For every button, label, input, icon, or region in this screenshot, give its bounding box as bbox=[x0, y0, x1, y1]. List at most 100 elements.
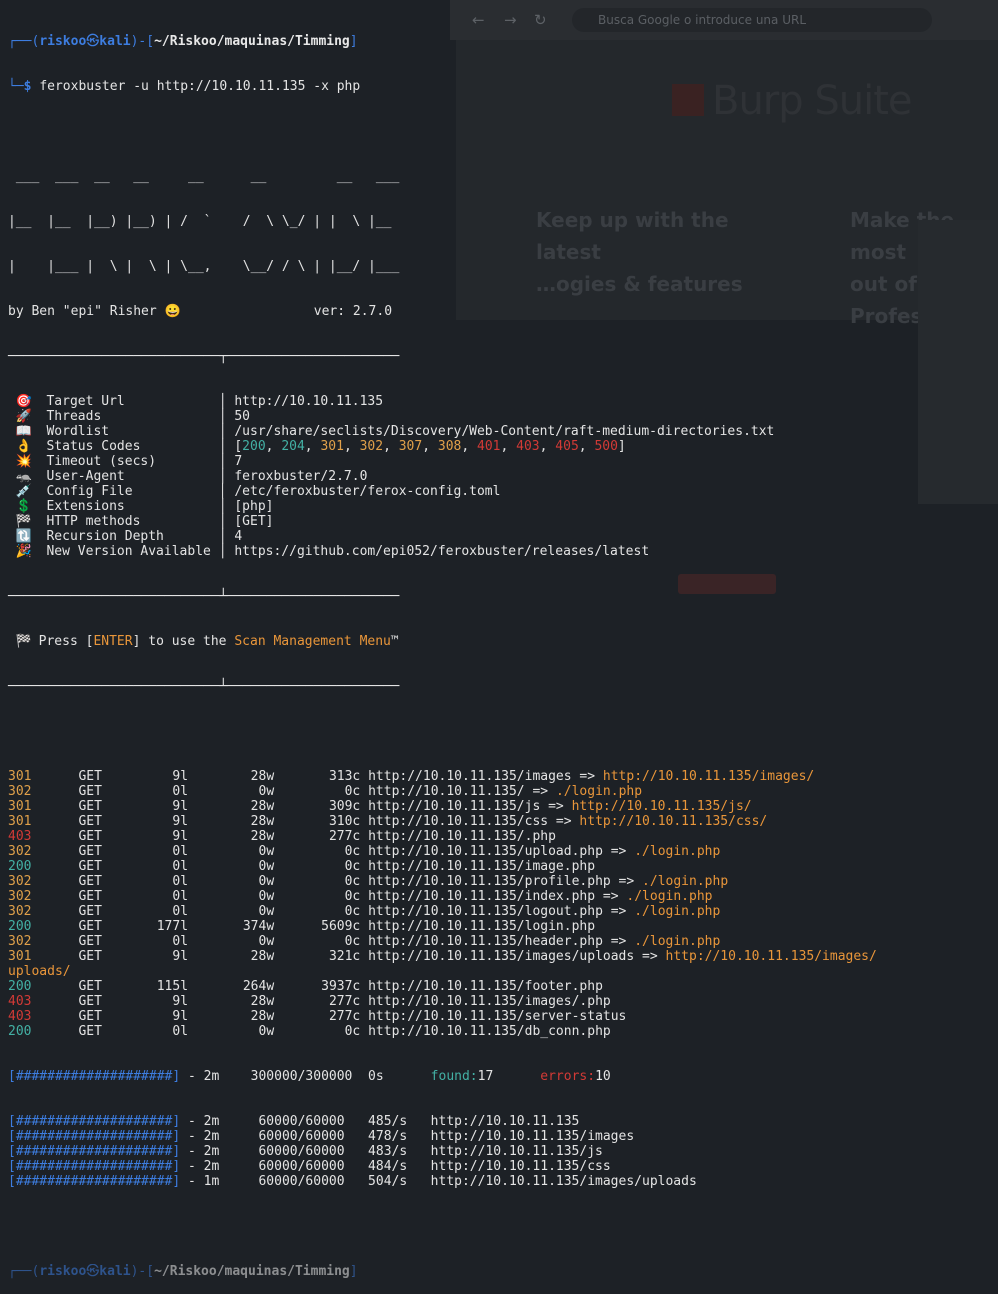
result-method: GET bbox=[78, 829, 102, 844]
result-lines: 0l bbox=[172, 859, 189, 874]
result-chars: 277c bbox=[328, 994, 361, 1009]
scan-menu-hint: 🏁 Press [ENTER] to use the Scan Manageme… bbox=[15, 634, 399, 649]
result-chars: 0c bbox=[344, 844, 361, 859]
result-lines: 0l bbox=[172, 844, 189, 859]
result-status: 302 bbox=[8, 889, 32, 904]
result-row: 403 GET 9l 28w 277c http://10.10.11.135/… bbox=[8, 1009, 878, 1024]
result-row: 200 GET 0l 0w 0c http://10.10.11.135/ima… bbox=[8, 859, 878, 874]
progress-count: 60000/60000 bbox=[258, 1159, 345, 1174]
config-key: Timeout (secs) bbox=[46, 454, 157, 469]
found-count: 17 bbox=[477, 1069, 494, 1084]
result-url: http://10.10.11.135/index.php bbox=[368, 889, 596, 904]
result-words: 0w bbox=[258, 859, 275, 874]
result-redirect: ./login.php bbox=[555, 784, 643, 799]
config-value: [GET] bbox=[234, 514, 274, 529]
result-status: 200 bbox=[8, 1024, 32, 1039]
result-redirect: http://10.10.11.135/css/ bbox=[579, 814, 768, 829]
config-value: /usr/share/seclists/Discovery/Web-Conten… bbox=[234, 424, 775, 439]
result-method: GET bbox=[78, 859, 102, 874]
result-redirect: ./login.php bbox=[634, 904, 721, 919]
prompt-line-1: ┌──(riskoo㉿kali)-[~/Riskoo/maquinas/Timm… bbox=[8, 34, 358, 49]
status-code: 307 bbox=[398, 439, 423, 454]
result-url: http://10.10.11.135/profile.php bbox=[368, 874, 611, 889]
result-words: 0w bbox=[258, 934, 275, 949]
enter-key-label: ENTER bbox=[93, 634, 133, 649]
result-chars: 277c bbox=[328, 1009, 361, 1024]
result-method: GET bbox=[78, 904, 102, 919]
result-redirect: http://10.10.11.135/js/ bbox=[571, 799, 752, 814]
finish-flag-icon: 🏁 bbox=[15, 634, 33, 649]
progress-bar: [####################] bbox=[8, 1159, 181, 1174]
result-words: 0w bbox=[258, 1024, 275, 1039]
result-status: 302 bbox=[8, 934, 32, 949]
progress-count: 60000/60000 bbox=[258, 1174, 345, 1189]
command-text: feroxbuster -u http://10.10.11.135 -x ph… bbox=[39, 79, 361, 94]
status-code: 401 bbox=[477, 439, 501, 454]
result-chars: 0c bbox=[344, 1024, 361, 1039]
result-lines: 9l bbox=[172, 829, 189, 844]
result-lines: 9l bbox=[172, 994, 189, 1009]
config-icon: 🏁 bbox=[15, 514, 33, 529]
result-row: 301 GET 9l 28w 321c http://10.10.11.135/… bbox=[8, 949, 877, 979]
progress-bar: [####################] bbox=[8, 1129, 181, 1144]
result-words: 28w bbox=[250, 829, 275, 844]
config-key: Threads bbox=[46, 409, 102, 424]
result-url: http://10.10.11.135/db_conn.php bbox=[368, 1024, 611, 1039]
result-lines: 0l bbox=[172, 934, 189, 949]
result-lines: 0l bbox=[172, 1024, 189, 1039]
result-method: GET bbox=[78, 934, 102, 949]
result-method: GET bbox=[78, 844, 102, 859]
progress-rate: 504/s bbox=[368, 1174, 408, 1189]
result-url: http://10.10.11.135/upload.php bbox=[368, 844, 603, 859]
config-key: Wordlist bbox=[46, 424, 110, 439]
progress-count: 60000/60000 bbox=[258, 1129, 345, 1144]
result-words: 0w bbox=[258, 844, 275, 859]
config-icon: 📖 bbox=[15, 424, 33, 439]
config-row: 💉 Config File │ /etc/feroxbuster/ferox-c… bbox=[15, 484, 501, 499]
result-lines: 115l bbox=[156, 979, 189, 994]
result-status: 403 bbox=[8, 994, 32, 1009]
config-icon: 🚀 bbox=[15, 409, 33, 424]
result-words: 28w bbox=[250, 814, 275, 829]
result-words: 28w bbox=[250, 1009, 275, 1024]
config-icon: 🎯 bbox=[15, 394, 33, 409]
progress-rate: 483/s bbox=[368, 1144, 408, 1159]
banner-line: | |___ | \ | \ | \__, \__/ / \ | |__/ |_… bbox=[8, 259, 400, 274]
config-row: 👌 Status Codes │ [200, 204, 301, 302, 30… bbox=[15, 439, 626, 454]
config-row: 💲 Extensions │ [php] bbox=[15, 499, 274, 514]
result-row: 403 GET 9l 28w 277c http://10.10.11.135/… bbox=[8, 994, 878, 1009]
progress-count: 60000/60000 bbox=[258, 1144, 345, 1159]
result-chars: 321c bbox=[328, 949, 361, 964]
result-words: 0w bbox=[258, 784, 275, 799]
progress-bar: [####################] bbox=[8, 1114, 181, 1129]
result-status: 301 bbox=[8, 799, 32, 814]
result-words: 374w bbox=[242, 919, 275, 934]
prompt-line-2: └─$ feroxbuster -u http://10.10.11.135 -… bbox=[8, 79, 361, 94]
result-url: http://10.10.11.135/images/uploads bbox=[368, 949, 635, 964]
config-row: 📖 Wordlist │ /usr/share/seclists/Discove… bbox=[15, 424, 775, 439]
result-chars: 310c bbox=[328, 814, 361, 829]
result-row: 200 GET 115l 264w 3937c http://10.10.11.… bbox=[8, 979, 878, 994]
result-status: 302 bbox=[8, 874, 32, 889]
progress-time: 1m bbox=[203, 1174, 220, 1189]
progress-row: [####################] - 2m 60000/60000 … bbox=[8, 1159, 611, 1174]
progress-url: http://10.10.11.135/css bbox=[430, 1159, 611, 1174]
result-status: 301 bbox=[8, 769, 32, 784]
result-status: 301 bbox=[8, 814, 32, 829]
progress-row: [####################] - 2m 60000/60000 … bbox=[8, 1129, 635, 1144]
result-row: 302 GET 0l 0w 0c http://10.10.11.135/ =>… bbox=[8, 784, 643, 799]
result-lines: 0l bbox=[172, 784, 189, 799]
result-status: 403 bbox=[8, 1009, 32, 1024]
result-url: http://10.10.11.135/footer.php bbox=[368, 979, 603, 994]
result-lines: 9l bbox=[172, 769, 189, 784]
side-panel bbox=[918, 220, 998, 504]
progress-time: 2m bbox=[203, 1129, 220, 1144]
result-lines: 9l bbox=[172, 949, 189, 964]
result-redirect: http://10.10.11.135/images/ bbox=[602, 769, 815, 784]
result-url: http://10.10.11.135/login.php bbox=[368, 919, 596, 934]
result-method: GET bbox=[78, 1024, 102, 1039]
config-value: 7 bbox=[234, 454, 243, 469]
result-method: GET bbox=[78, 784, 102, 799]
result-chars: 0c bbox=[344, 889, 361, 904]
result-status: 200 bbox=[8, 859, 32, 874]
